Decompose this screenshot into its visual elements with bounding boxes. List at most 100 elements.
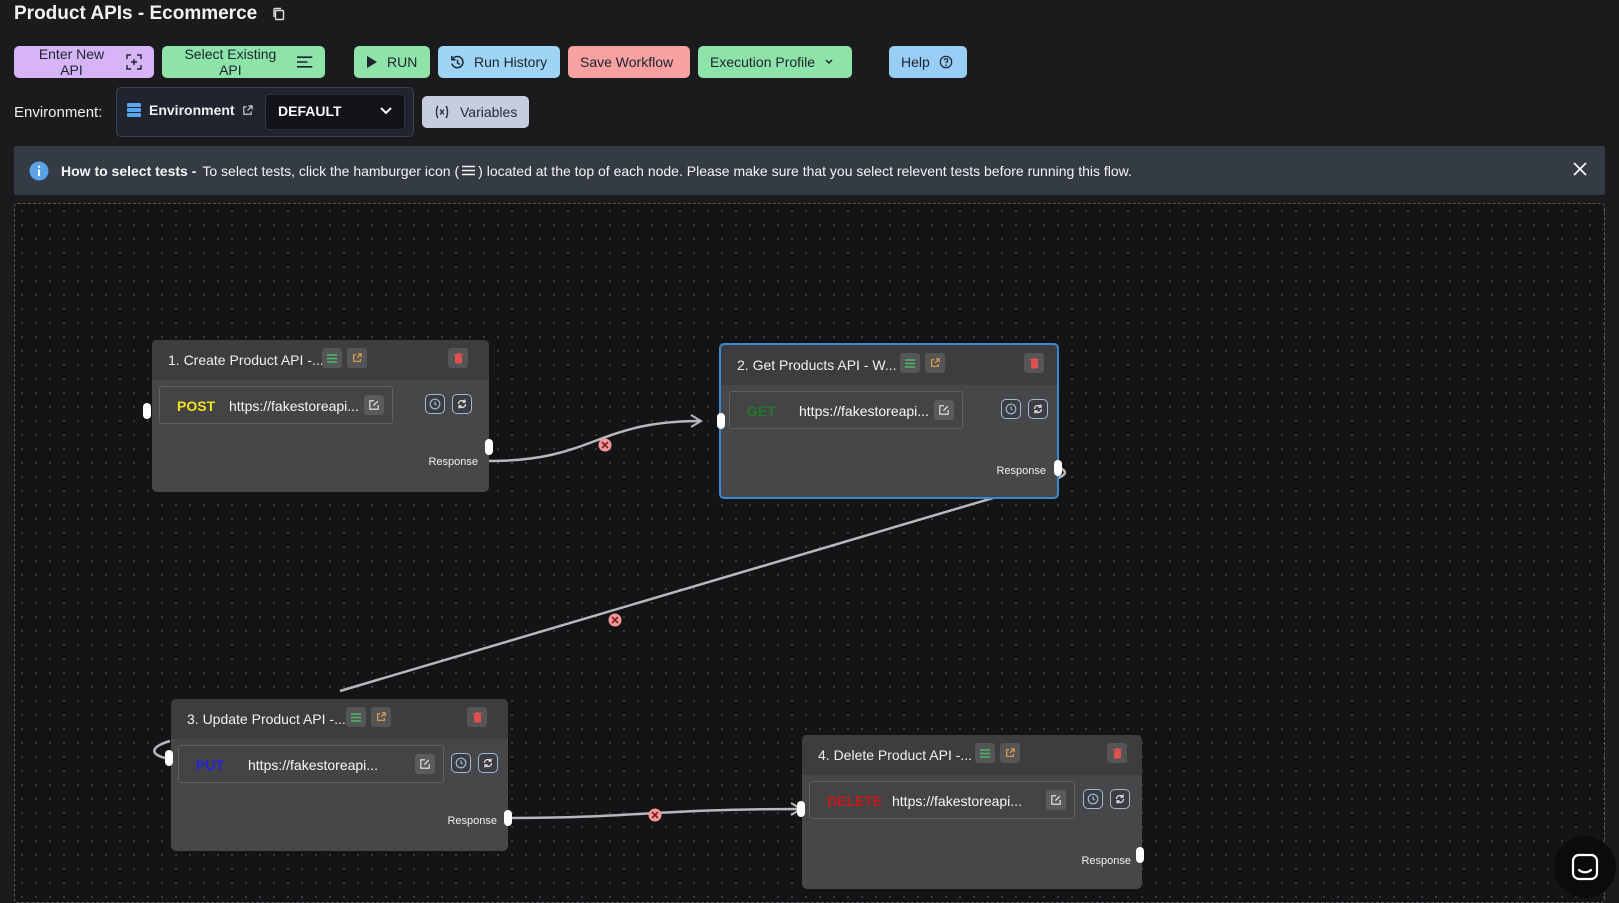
api-node-get-products[interactable]: 2. Get Products API - W... GET https://f…: [719, 343, 1059, 499]
edit-icon[interactable]: [364, 395, 384, 415]
response-handle[interactable]: [1054, 460, 1062, 476]
edit-icon[interactable]: [934, 400, 954, 420]
input-handle[interactable]: [165, 750, 173, 766]
timer-icon[interactable]: [451, 753, 471, 773]
open-api-button[interactable]: [1000, 743, 1020, 763]
response-handle[interactable]: [504, 810, 512, 826]
timer-icon[interactable]: [425, 394, 445, 414]
open-api-button[interactable]: [371, 707, 391, 727]
input-handle[interactable]: [797, 801, 805, 817]
edge-delete-icon[interactable]: [648, 808, 662, 822]
api-node-update-product[interactable]: 3. Update Product API -... PUT https://f…: [171, 699, 508, 851]
chevron-down-icon: [825, 59, 833, 65]
external-link-icon: [1006, 748, 1015, 757]
environment-dropdown[interactable]: DEFAULT: [265, 94, 405, 130]
delete-node-button[interactable]: [467, 707, 487, 727]
response-label: Response: [996, 465, 1046, 477]
request-url-field[interactable]: PUT https://fakestoreapi...: [178, 745, 444, 783]
response-handle[interactable]: [1136, 847, 1144, 863]
timer-icon[interactable]: [1001, 399, 1021, 419]
database-icon: [127, 103, 141, 117]
trash-icon: [1029, 357, 1039, 368]
edge-3-4: [508, 807, 802, 820]
refresh-icon[interactable]: [478, 753, 498, 773]
page-title: Product APIs - Ecommerce: [14, 3, 258, 24]
response-label: Response: [447, 815, 497, 827]
select-tests-button[interactable]: [900, 353, 920, 373]
external-link-icon: [353, 353, 362, 362]
select-tests-button[interactable]: [322, 348, 342, 368]
trash-icon: [1112, 747, 1122, 758]
run-label: RUN: [387, 54, 418, 70]
node-header: 4. Delete Product API -...: [802, 735, 1142, 775]
select-existing-api-button[interactable]: Select Existing API: [162, 46, 325, 78]
save-workflow-label: Save Workflow: [580, 54, 674, 70]
open-api-button[interactable]: [347, 348, 367, 368]
node-title: 1. Create Product API -...: [168, 352, 324, 368]
hamburger-icon: [327, 353, 337, 363]
run-history-button[interactable]: Run History: [438, 46, 560, 78]
hamburger-icon: [351, 712, 361, 722]
api-node-delete-product[interactable]: 4. Delete Product API -... DELETE https:…: [802, 735, 1142, 889]
edit-icon[interactable]: [1046, 790, 1066, 810]
request-url: https://fakestoreapi...: [248, 757, 378, 773]
execution-profile-dropdown[interactable]: Execution Profile: [698, 46, 852, 78]
variables-label: Variables: [460, 104, 518, 120]
select-tests-button[interactable]: [346, 707, 366, 727]
environment-name: Environment: [149, 102, 235, 118]
help-label: Help: [901, 54, 930, 70]
chevron-down-icon: [380, 107, 392, 115]
environment-selected-value: DEFAULT: [278, 103, 342, 119]
request-url: https://fakestoreapi...: [229, 398, 359, 414]
edit-icon[interactable]: [415, 754, 435, 774]
response-label: Response: [1081, 855, 1131, 867]
refresh-icon[interactable]: [452, 394, 472, 414]
select-existing-api-label: Select Existing API: [184, 46, 277, 78]
run-button[interactable]: RUN: [354, 46, 430, 78]
enter-new-api-label: Enter New API: [38, 46, 105, 78]
http-method: PUT: [196, 757, 224, 773]
help-button[interactable]: Help: [889, 46, 967, 78]
save-workflow-button[interactable]: Save Workflow: [568, 46, 690, 78]
external-link-icon: [931, 358, 940, 367]
select-tests-button[interactable]: [975, 743, 995, 763]
input-handle[interactable]: [143, 403, 151, 419]
variables-button[interactable]: Variables: [422, 96, 530, 128]
response-handle[interactable]: [485, 439, 493, 455]
api-node-create-product[interactable]: 1. Create Product API -... POST https://…: [152, 340, 489, 492]
response-label: Response: [428, 456, 478, 468]
node-header: 3. Update Product API -...: [171, 699, 508, 739]
chat-icon: [1571, 853, 1599, 881]
open-api-button[interactable]: [925, 353, 945, 373]
refresh-icon[interactable]: [1110, 789, 1130, 809]
hamburger-icon: [905, 358, 915, 368]
help-icon: [939, 55, 953, 69]
edge-delete-icon[interactable]: [608, 613, 622, 627]
node-header: 2. Get Products API - W...: [721, 345, 1057, 385]
delete-node-button[interactable]: [1024, 353, 1044, 373]
request-url-field[interactable]: DELETE https://fakestoreapi...: [809, 781, 1075, 819]
copy-icon[interactable]: [271, 6, 287, 22]
edge-delete-icon[interactable]: [598, 438, 612, 452]
refresh-icon[interactable]: [1028, 399, 1048, 419]
request-url-field[interactable]: GET https://fakestoreapi...: [729, 391, 963, 429]
request-url: https://fakestoreapi...: [892, 793, 1022, 809]
enter-new-api-button[interactable]: Enter New API: [14, 46, 154, 78]
banner-text-after: ) located at the top of each node. Pleas…: [478, 162, 1132, 179]
environment-link[interactable]: Environment: [126, 102, 253, 118]
close-icon[interactable]: [1573, 162, 1587, 176]
delete-node-button[interactable]: [1107, 743, 1127, 763]
node-header: 1. Create Product API -...: [152, 340, 489, 380]
request-url-field[interactable]: POST https://fakestoreapi...: [159, 386, 393, 424]
execution-profile-label: Execution Profile: [710, 54, 816, 70]
input-handle[interactable]: [717, 413, 725, 429]
delete-node-button[interactable]: [448, 348, 468, 368]
page-title-row: Product APIs - Ecommerce: [14, 3, 287, 25]
environment-label: Environment:: [14, 104, 103, 121]
timer-icon[interactable]: [1083, 789, 1103, 809]
add-frame-icon: [126, 54, 142, 70]
info-banner: How to select tests - To select tests, c…: [14, 146, 1605, 195]
play-icon: [367, 56, 377, 68]
flow-canvas[interactable]: 1. Create Product API -... POST https://…: [14, 203, 1605, 903]
chat-launcher-button[interactable]: [1554, 836, 1616, 898]
